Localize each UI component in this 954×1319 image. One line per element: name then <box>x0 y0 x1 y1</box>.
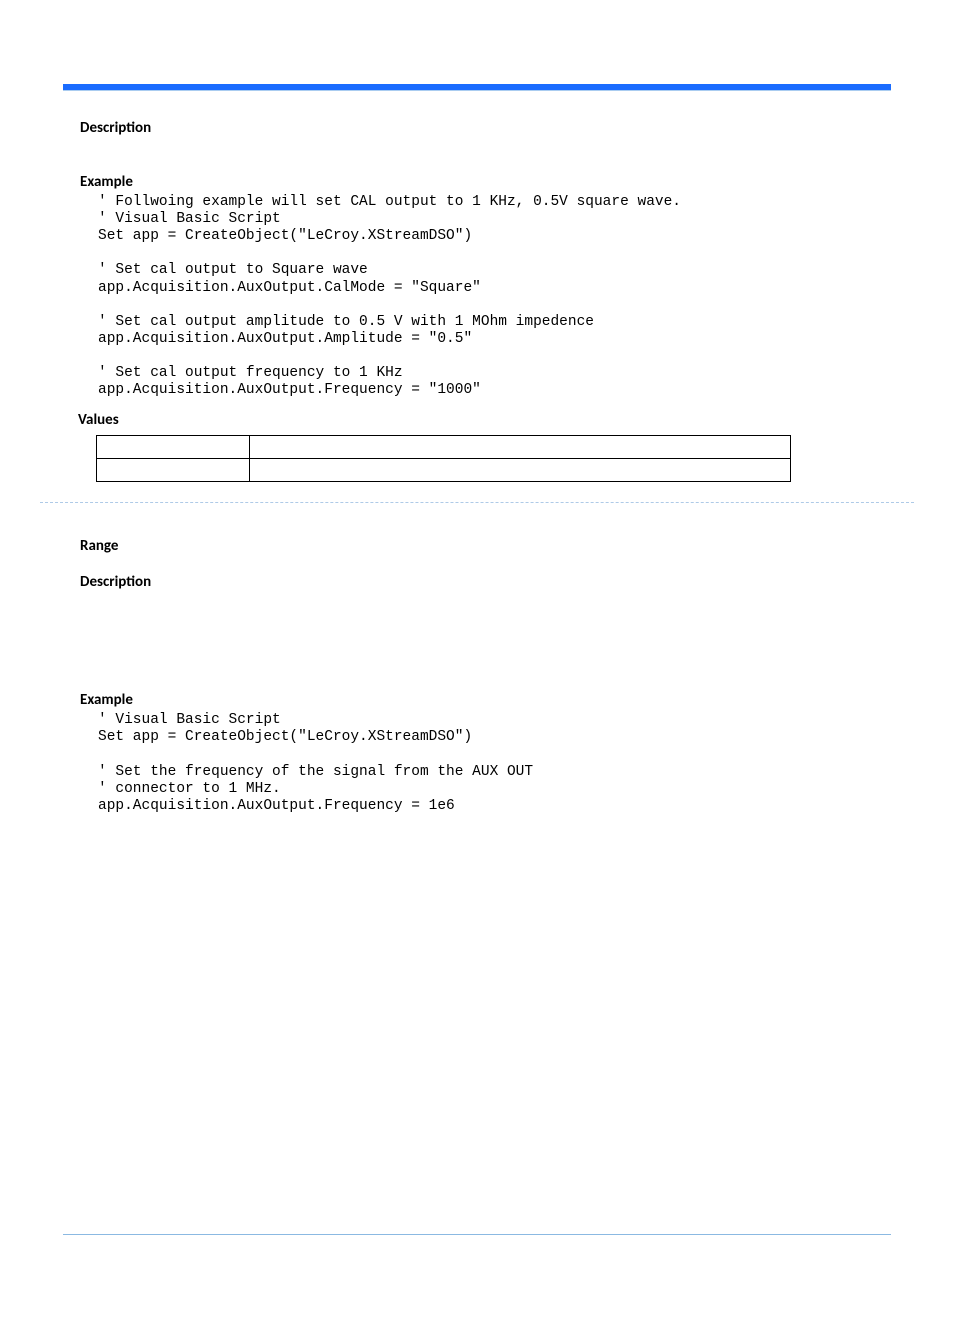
code-example-2: ' Visual Basic Script Set app = CreateOb… <box>80 712 891 815</box>
section-calmode: Description Example ' Follwoing example … <box>0 91 954 482</box>
table-row <box>97 459 791 482</box>
description-heading: Description <box>80 573 891 591</box>
table-row <box>97 436 791 459</box>
values-heading: Values <box>78 411 891 429</box>
cell <box>249 436 790 459</box>
example-heading: Example <box>80 691 891 709</box>
example-heading: Example <box>80 173 891 191</box>
description-heading: Description <box>80 119 891 137</box>
section-separator <box>40 502 914 503</box>
header-blue-bar <box>63 84 891 91</box>
cell <box>249 459 790 482</box>
page: Description Example ' Follwoing example … <box>0 84 954 1319</box>
range-heading: Range <box>80 537 891 555</box>
cell <box>97 459 250 482</box>
cell <box>97 436 250 459</box>
section-frequency: Range Description Example ' Visual Basic… <box>0 503 954 815</box>
code-example-1: ' Follwoing example will set CAL output … <box>80 194 891 399</box>
values-table-wrap <box>80 435 891 482</box>
values-table <box>96 435 791 482</box>
